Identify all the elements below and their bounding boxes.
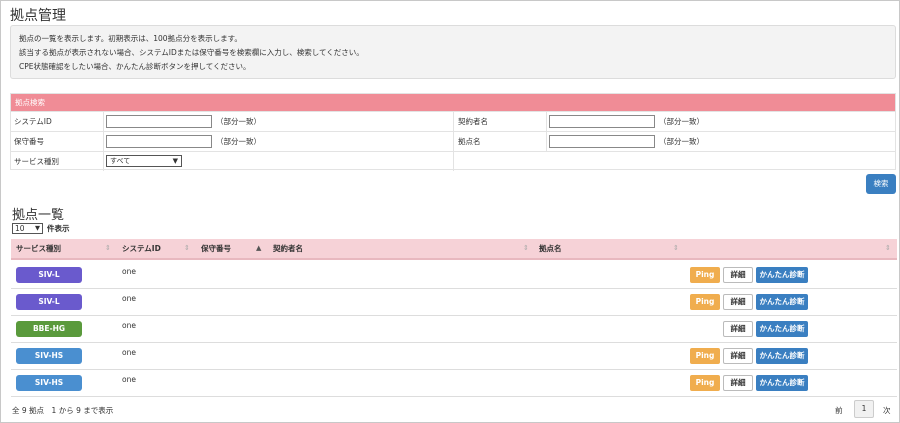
contractor-input[interactable] <box>549 115 655 128</box>
service-badge: SIV-HS <box>16 375 82 391</box>
quick-diagnosis-button[interactable]: かんたん診断 <box>756 294 808 310</box>
table-row: SIV-HS one Ping 詳細 かんたん診断 <box>11 343 897 370</box>
pagination-current-page[interactable]: 1 <box>854 400 874 418</box>
system-id-cell: one <box>122 321 136 330</box>
quick-diagnosis-button[interactable]: かんたん診断 <box>756 267 808 283</box>
sort-icon: ⇕ <box>673 244 679 252</box>
detail-button[interactable]: 詳細 <box>723 294 753 310</box>
column-header-maintenance[interactable]: 保守番号 <box>201 239 231 258</box>
column-header-contractor[interactable]: 契約者名 <box>273 239 303 258</box>
page-length-value: 10 <box>15 224 25 233</box>
search-row-1: システムID （部分一致） 契約者名 （部分一致） <box>11 111 895 131</box>
table-row: SIV-L one Ping 詳細 かんたん診断 <box>11 262 897 289</box>
info-line: CPE状態確認をしたい場合、かんたん診断ボタンを押してください。 <box>19 62 251 71</box>
page-length-suffix: 件表示 <box>47 224 70 233</box>
system-id-cell: one <box>122 348 136 357</box>
column-header-site[interactable]: 拠点名 <box>539 239 562 258</box>
service-badge: SIV-HS <box>16 348 82 364</box>
ping-button[interactable]: Ping <box>690 294 720 310</box>
service-badge: SIV-L <box>16 267 82 283</box>
system-id-cell: one <box>122 267 136 276</box>
divider <box>453 132 454 151</box>
contractor-label: 契約者名 <box>458 117 488 126</box>
search-button[interactable]: 検索 <box>866 174 896 194</box>
system-id-label: システムID <box>14 117 52 126</box>
pagination-prev[interactable]: 前 <box>835 405 843 416</box>
service-badge: BBE-HG <box>16 321 82 337</box>
search-panel: 拠点検索 システムID （部分一致） 契約者名 （部分一致） 保守番号 （部分一… <box>10 93 896 171</box>
system-id-cell: one <box>122 375 136 384</box>
column-header-system-id[interactable]: システムID <box>122 239 161 258</box>
table-summary: 全 9 拠点 1 から 9 まで表示 <box>12 406 114 415</box>
info-box: 拠点の一覧を表示します。初期表示は、100拠点分を表示します。 該当する拠点が表… <box>10 25 896 79</box>
ping-button[interactable]: Ping <box>690 267 720 283</box>
sort-icon: ⇕ <box>184 244 190 252</box>
list-title: 拠点一覧 <box>12 208 65 223</box>
partial-match-hint: （部分一致） <box>216 117 261 126</box>
divider <box>546 112 547 131</box>
partial-match-hint: （部分一致） <box>659 117 704 126</box>
divider <box>103 112 104 131</box>
ping-button[interactable]: Ping <box>690 375 720 391</box>
search-row-3: サービス種別 すべて ▼ <box>11 151 895 171</box>
system-id-cell: one <box>122 294 136 303</box>
sort-icon: ⇕ <box>885 244 891 252</box>
service-select-value: すべて <box>110 157 131 165</box>
detail-button[interactable]: 詳細 <box>723 375 753 391</box>
chevron-down-icon: ▼ <box>172 157 178 165</box>
detail-button[interactable]: 詳細 <box>723 348 753 364</box>
sort-asc-icon: ▲ <box>256 244 262 252</box>
app-frame: 拠点管理 拠点の一覧を表示します。初期表示は、100拠点分を表示します。 該当す… <box>0 0 900 423</box>
service-badge: SIV-L <box>16 294 82 310</box>
detail-button[interactable]: 詳細 <box>723 321 753 337</box>
maintenance-label: 保守番号 <box>14 137 44 146</box>
quick-diagnosis-button[interactable]: かんたん診断 <box>756 321 808 337</box>
table-row: SIV-L one Ping 詳細 かんたん診断 <box>11 289 897 316</box>
table-row: BBE-HG one Ping 詳細 かんたん診断 <box>11 316 897 343</box>
search-panel-header: 拠点検索 <box>11 94 895 111</box>
pagination-next[interactable]: 次 <box>883 405 891 416</box>
search-row-2: 保守番号 （部分一致） 拠点名 （部分一致） <box>11 131 895 151</box>
sort-icon: ⇕ <box>523 244 529 252</box>
page-length-select[interactable]: 10 ▼ <box>12 223 43 234</box>
chevron-down-icon: ▼ <box>35 224 40 232</box>
info-line: 拠点の一覧を表示します。初期表示は、100拠点分を表示します。 <box>19 34 242 43</box>
partial-match-hint: （部分一致） <box>659 137 704 146</box>
service-label: サービス種別 <box>14 157 59 166</box>
divider <box>453 152 454 171</box>
ping-button[interactable]: Ping <box>690 348 720 364</box>
quick-diagnosis-button[interactable]: かんたん診断 <box>756 348 808 364</box>
info-line: 該当する拠点が表示されない場合、システムIDまたは保守番号を検索欄に入力し、検索… <box>19 48 364 57</box>
site-label: 拠点名 <box>458 137 481 146</box>
divider <box>103 152 104 171</box>
site-input[interactable] <box>549 135 655 148</box>
sort-icon: ⇕ <box>105 244 111 252</box>
table-row: SIV-HS one Ping 詳細 かんたん診断 <box>11 370 897 397</box>
quick-diagnosis-button[interactable]: かんたん診断 <box>756 375 808 391</box>
column-header-service[interactable]: サービス種別 <box>16 239 61 258</box>
table-header: サービス種別 ⇕ システムID ⇕ 保守番号 ▲ 契約者名 ⇕ 拠点名 ⇕ ⇕ <box>11 239 897 260</box>
service-select[interactable]: すべて ▼ <box>106 155 182 167</box>
partial-match-hint: （部分一致） <box>216 137 261 146</box>
divider <box>103 132 104 151</box>
maintenance-input[interactable] <box>106 135 212 148</box>
system-id-input[interactable] <box>106 115 212 128</box>
divider <box>453 112 454 131</box>
divider <box>546 132 547 151</box>
page-title: 拠点管理 <box>10 8 66 24</box>
detail-button[interactable]: 詳細 <box>723 267 753 283</box>
